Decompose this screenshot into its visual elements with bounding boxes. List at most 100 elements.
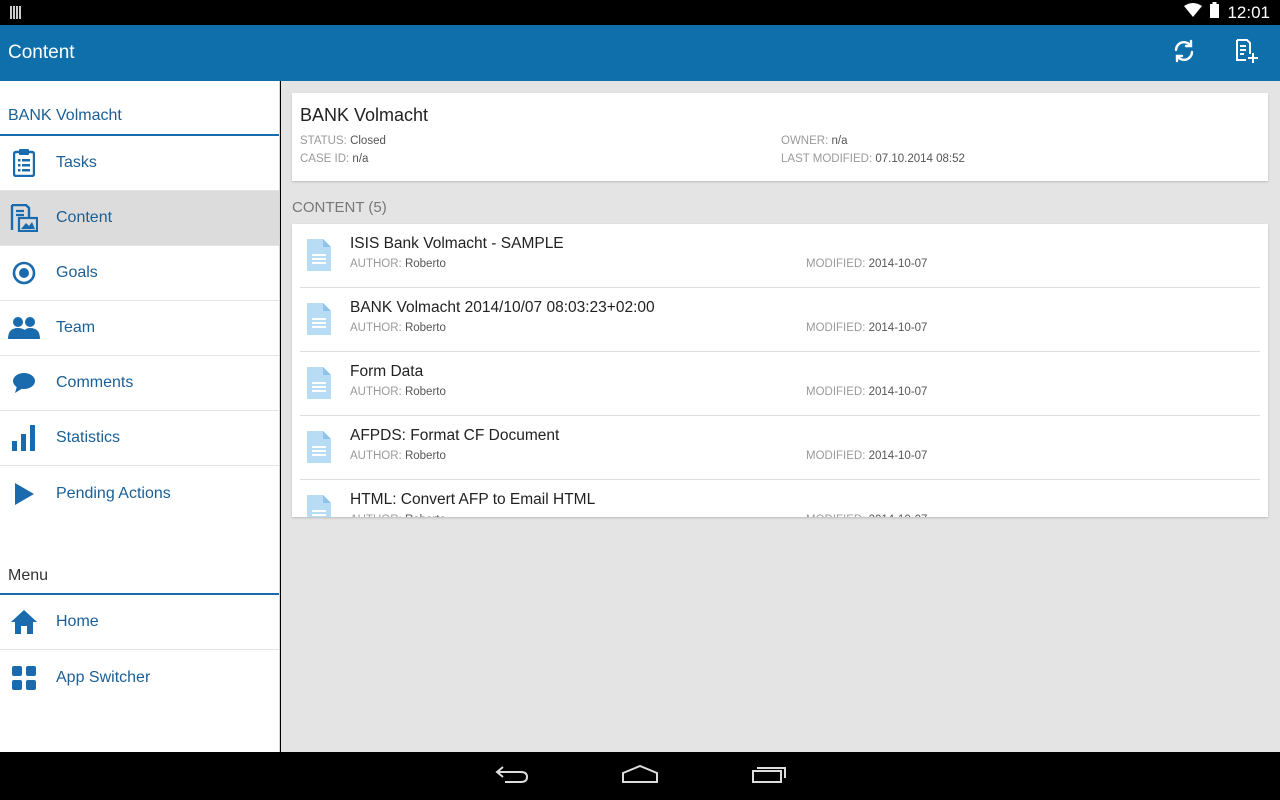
nav-item-label: Tasks (56, 154, 97, 171)
nav-item-content[interactable]: Content (0, 191, 279, 246)
refresh-button[interactable] (1164, 35, 1204, 71)
nav-item-team[interactable]: Team (0, 301, 279, 356)
case-status: STATUS: Closed (300, 135, 386, 147)
speech-bubble-icon (0, 356, 48, 410)
content-item-author: AUTHOR: Roberto (350, 322, 446, 334)
author-label: AUTHOR: (350, 258, 402, 270)
back-icon (495, 765, 529, 788)
owner-label: OWNER: (781, 135, 829, 147)
last-modified-value: 07.10.2014 08:52 (875, 153, 965, 165)
content-heading: CONTENT (5) (292, 199, 387, 216)
last-modified-label: LAST MODIFIED: (781, 153, 873, 165)
content-item-title: BANK Volmacht 2014/10/07 08:03:23+02:00 (350, 299, 655, 316)
navigation-drawer: BANK Volmacht Tasks Content Goals Team C… (0, 81, 280, 752)
target-icon (0, 246, 48, 300)
content-item-author: AUTHOR: Roberto (350, 450, 446, 462)
nav-item-app-switcher[interactable]: App Switcher (0, 650, 279, 705)
author-value: Roberto (405, 514, 446, 517)
nav-item-label: Content (56, 209, 113, 226)
nav-item-goals[interactable]: Goals (0, 246, 279, 301)
modified-value: 2014-10-07 (868, 322, 928, 334)
content-item-author: AUTHOR: Roberto (350, 514, 446, 517)
content-item-title: AFPDS: Format CF Document (350, 427, 560, 444)
case-last-modified: LAST MODIFIED: 07.10.2014 08:52 (781, 153, 965, 165)
nav-item-tasks[interactable]: Tasks (0, 136, 279, 191)
content-item-title: Form Data (350, 363, 424, 380)
author-label: AUTHOR: (350, 450, 402, 462)
back-button[interactable] (492, 764, 532, 788)
home-icon (0, 595, 48, 649)
modified-value: 2014-10-07 (869, 514, 928, 517)
content-list-item[interactable]: AFPDS: Format CF Document AUTHOR: Roberto… (300, 416, 1260, 480)
document-icon (306, 366, 332, 405)
status-value: Closed (350, 135, 386, 147)
content-list-item[interactable]: Form Data AUTHOR: Roberto MODIFIED: 2014-1… (300, 352, 1260, 416)
modified-label: MODIFIED: (806, 386, 866, 398)
battery-icon (1210, 2, 1220, 23)
status-bar: 12:01 (0, 0, 1280, 25)
document-icon (306, 494, 332, 517)
author-value: Roberto (404, 450, 446, 462)
nav-item-label: Statistics (56, 429, 121, 446)
content-list-item[interactable]: BANK Volmacht 2014/10/07 08:03:23+02:00 A… (300, 288, 1260, 352)
author-label: AUTHOR: (350, 322, 402, 334)
owner-value: n/a (831, 135, 848, 147)
content-item-modified: MODIFIED: 2014-10-07 (806, 450, 927, 462)
content-item-modified: MODIFIED: 2014-10-07 (806, 386, 927, 398)
add-document-button[interactable] (1227, 35, 1267, 71)
recents-button[interactable] (749, 764, 789, 788)
modified-label: MODIFIED: (806, 450, 866, 462)
play-icon (0, 467, 48, 521)
content-item-author: AUTHOR: Roberto (350, 386, 446, 398)
modified-value: 2014-10-07 (868, 386, 928, 398)
content-list: ISIS Bank Volmacht - SAMPLE AUTHOR: Rober… (292, 224, 1268, 517)
modified-value: 2014-10-07 (868, 258, 928, 270)
document-icon (306, 430, 332, 469)
case-id-value: n/a (352, 153, 369, 165)
modified-label: MODIFIED: (806, 322, 866, 334)
author-value: Roberto (404, 258, 446, 270)
wifi-icon (1184, 3, 1203, 22)
case-owner: OWNER: n/a (781, 135, 847, 147)
nav-item-label: App Switcher (56, 668, 151, 686)
add-document-icon (1234, 38, 1260, 69)
recents-icon (751, 765, 787, 788)
menu-section-header: Menu (0, 547, 279, 595)
notification-icon (10, 6, 22, 24)
nav-item-label: Team (56, 319, 96, 336)
screen-title: Content (8, 42, 75, 63)
content-list-item[interactable]: ISIS Bank Volmacht - SAMPLE AUTHOR: Rober… (300, 224, 1260, 288)
action-bar: Content (0, 25, 1280, 81)
nav-item-label: Comments (56, 374, 134, 391)
nav-item-comments[interactable]: Comments (0, 356, 279, 411)
content-list-item[interactable]: HTML: Convert AFP to Email HTML AUTHOR: R… (300, 480, 1260, 517)
content-item-modified: MODIFIED: 2014-10-07 (806, 514, 927, 517)
clipboard-icon (0, 136, 48, 190)
modified-value: 2014-10-07 (868, 450, 928, 462)
grid-icon (0, 651, 48, 705)
bar-chart-icon (0, 411, 48, 465)
content-item-title: ISIS Bank Volmacht - SAMPLE (350, 235, 564, 252)
content-item-title: HTML: Convert AFP to Email HTML (350, 491, 596, 508)
home-outline-icon (621, 764, 659, 788)
content-item-author: AUTHOR: Roberto (350, 258, 446, 270)
case-section-header: BANK Volmacht (0, 81, 279, 136)
content-item-modified: MODIFIED: 2014-10-07 (806, 322, 927, 334)
author-value: Roberto (404, 386, 446, 398)
case-title: BANK Volmacht (300, 105, 429, 125)
status-label: STATUS: (300, 135, 347, 147)
nav-item-pending-actions[interactable]: Pending Actions (0, 466, 279, 521)
nav-item-home[interactable]: Home (0, 595, 279, 650)
nav-item-label: Home (56, 613, 99, 630)
main-content: BANK Volmacht STATUS: Closed CASE ID: n/… (281, 81, 1280, 752)
nav-item-statistics[interactable]: Statistics (0, 411, 279, 466)
people-icon (0, 301, 48, 355)
case-id-label: CASE ID: (300, 153, 350, 165)
document-image-icon (0, 191, 48, 245)
clock: 12:01 (1227, 2, 1270, 22)
modified-label: MODIFIED: (806, 258, 866, 270)
author-label: AUTHOR: (350, 514, 402, 517)
home-nav-button[interactable] (620, 764, 660, 788)
content-item-modified: MODIFIED: 2014-10-07 (806, 258, 927, 270)
author-label: AUTHOR: (350, 386, 402, 398)
